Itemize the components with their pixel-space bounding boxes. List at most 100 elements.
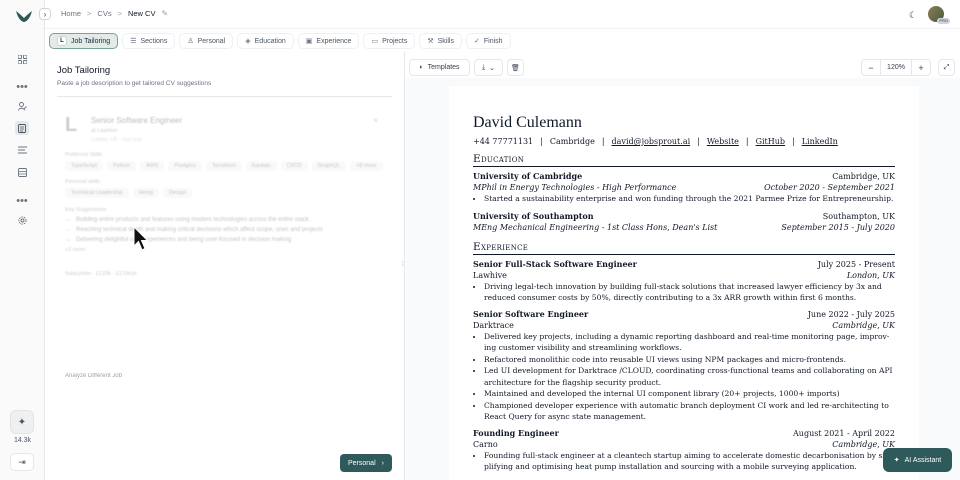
dates: October 2020 - September 2021 bbox=[764, 183, 895, 192]
education-entry: University of Southampton Southampton, UK… bbox=[473, 211, 895, 233]
breadcrumb-cvs[interactable]: CVs bbox=[97, 9, 111, 18]
job-title: Senior Full-Stack Software Engineer bbox=[473, 258, 637, 269]
tab-personal[interactable]: ♙ Personal bbox=[179, 33, 234, 49]
ai-assistant-label: AI Assistant bbox=[904, 456, 942, 464]
chevron-right-icon: › bbox=[43, 9, 47, 19]
bullet: Refactored monolithic code into reusable… bbox=[484, 354, 895, 366]
education-entry: University of Cambridge Cambridge, UK MPh… bbox=[473, 171, 895, 205]
tab-sections[interactable]: ☰ Sections bbox=[122, 33, 176, 49]
cv-email-link[interactable]: david@jobsprout.ai bbox=[612, 137, 691, 146]
breadcrumb: Home > CVs > New CV ✎ bbox=[61, 9, 168, 18]
dates: July 2025 - Present bbox=[817, 259, 895, 269]
pencil-icon[interactable]: ✎ bbox=[161, 9, 168, 18]
zoom-out-button[interactable]: − bbox=[862, 63, 880, 73]
theme-toggle-moon-icon[interactable]: ☾ bbox=[906, 8, 920, 22]
dashboard-icon[interactable] bbox=[15, 52, 29, 66]
bullet: Maintained and developed the internal UI… bbox=[484, 388, 895, 400]
sliders-icon: ☰ bbox=[130, 38, 137, 45]
bullet: Started a sustainability enterprise and … bbox=[484, 193, 895, 205]
skill-chips: TypeScript Python AWS Postgres Terraform… bbox=[65, 161, 384, 171]
zoom-control: − 120% + bbox=[861, 59, 931, 76]
cv-website-link[interactable]: Website bbox=[707, 137, 739, 146]
logout-button[interactable]: ⇥ bbox=[10, 453, 34, 471]
breadcrumb-home[interactable]: Home bbox=[61, 9, 81, 18]
gear-icon[interactable] bbox=[15, 213, 29, 227]
database-icon[interactable] bbox=[15, 165, 29, 179]
bullet: Championed developer experience with aut… bbox=[484, 400, 895, 423]
left-rail: ••• ••• ✦ 14.3k ⇥ bbox=[0, 0, 45, 480]
personal-chips: Technical Leadership Hiring Design bbox=[65, 188, 384, 198]
bullet: Driving legal-tech innovation by buildin… bbox=[484, 281, 895, 304]
location: Southampton, UK bbox=[822, 211, 895, 221]
more-icon-2[interactable]: ••• bbox=[15, 194, 29, 208]
collapse-sidebar-button[interactable]: › bbox=[39, 8, 51, 20]
skill-chip: GraphQL bbox=[311, 161, 347, 171]
cv-phone: +44 77771131 bbox=[473, 137, 534, 146]
job-tailoring-panel: Job Tailoring Paste a job description to… bbox=[45, 52, 405, 480]
tab-experience[interactable]: ▣ Experience bbox=[297, 33, 360, 49]
panel-title: Job Tailoring bbox=[57, 65, 111, 76]
tab-label: Skills bbox=[437, 37, 454, 45]
tab-education[interactable]: ◈ Education bbox=[237, 33, 294, 49]
cv-page: David Culemann +44 77771131 | Cambridge | … bbox=[449, 86, 919, 480]
cv-linkedin-link[interactable]: LinkedIn bbox=[802, 137, 838, 146]
close-icon[interactable]: × bbox=[373, 116, 378, 125]
user-edit-icon[interactable] bbox=[15, 99, 29, 113]
logo-icon[interactable] bbox=[15, 9, 33, 23]
palette-icon: ◐ bbox=[419, 64, 424, 71]
breadcrumb-separator: > bbox=[117, 9, 122, 18]
breadcrumb-separator: > bbox=[87, 9, 92, 18]
plan-badge: PRO bbox=[937, 18, 950, 24]
document-icon[interactable] bbox=[15, 121, 29, 135]
bullet: Delivered key projects, including a dyna… bbox=[484, 331, 895, 354]
education-heading: Education bbox=[473, 153, 895, 167]
company: Darktrace bbox=[473, 320, 514, 330]
skill-chip: Kanban bbox=[245, 161, 277, 171]
folder-icon: ▭ bbox=[371, 38, 379, 45]
next-personal-button[interactable]: Personal › bbox=[340, 454, 392, 472]
zoom-in-button[interactable]: + bbox=[912, 63, 930, 73]
job-title: Senior Software Engineer bbox=[91, 116, 183, 125]
job-summary-card: L Senior Software Engineer at Lawhive Lo… bbox=[57, 110, 392, 277]
cv-github-link[interactable]: GitHub bbox=[756, 137, 785, 146]
more-icon[interactable]: ••• bbox=[15, 80, 29, 94]
tab-label: Projects bbox=[382, 37, 408, 45]
dates: September 2015 - July 2020 bbox=[781, 222, 895, 232]
ai-assistant-button[interactable]: ✦ AI Assistant bbox=[883, 448, 952, 472]
sparkle-button[interactable]: ✦ bbox=[10, 410, 34, 434]
experience-heading: Experience bbox=[473, 241, 895, 255]
analyze-different-job-link[interactable]: Analyze Different Job bbox=[65, 373, 122, 379]
download-button[interactable]: ⤓ ⌄ bbox=[474, 59, 503, 76]
degree: MPhil in Energy Technologies - High Perf… bbox=[473, 183, 677, 192]
panel-subtitle: Paste a job description to get tailored … bbox=[57, 80, 212, 87]
experience-entry: Founding Engineer August 2021 - April 202… bbox=[473, 428, 895, 473]
templates-button[interactable]: ◐ Templates bbox=[409, 59, 470, 76]
briefcase-icon: ▣ bbox=[305, 38, 313, 45]
tab-finish[interactable]: ✓ Finish bbox=[465, 33, 511, 49]
tab-skills[interactable]: ⚒ Skills bbox=[419, 33, 462, 49]
cv-city: Cambridge bbox=[549, 137, 595, 146]
delete-button[interactable]: 🗑 bbox=[507, 59, 524, 76]
text-lines-icon[interactable] bbox=[15, 143, 29, 157]
cv-contact: +44 77771131 | Cambridge | david@jobsprout… bbox=[473, 137, 838, 146]
next-button-label: Personal bbox=[348, 459, 376, 467]
templates-label: Templates bbox=[427, 64, 460, 71]
fullscreen-icon[interactable]: ⤢ bbox=[938, 59, 955, 76]
personal-skills-label: Personal skills bbox=[65, 179, 101, 185]
job-meta: London, UK · Just now bbox=[91, 137, 142, 143]
sparkle-icon: ✦ bbox=[893, 457, 900, 464]
zoom-level: 120% bbox=[880, 59, 912, 76]
dates: August 2021 - April 2022 bbox=[793, 428, 895, 438]
degree: MEng Mechanical Engineering - 1st Class … bbox=[473, 222, 718, 232]
tab-job-tailoring[interactable]: L Job Tailoring bbox=[49, 33, 119, 49]
personal-chip: Design bbox=[163, 188, 193, 198]
tab-projects[interactable]: ▭ Projects bbox=[363, 33, 416, 49]
job-letter-icon: L bbox=[57, 36, 67, 46]
credit-count: 14.3k bbox=[13, 437, 32, 444]
person-icon: ♙ bbox=[187, 38, 194, 45]
job-title: Founding Engineer bbox=[473, 427, 559, 438]
skill-chip: Terraform bbox=[206, 161, 242, 171]
mouse-cursor-icon bbox=[133, 226, 149, 251]
cv-name: David Culemann bbox=[473, 114, 582, 131]
company: Carno bbox=[473, 439, 498, 449]
